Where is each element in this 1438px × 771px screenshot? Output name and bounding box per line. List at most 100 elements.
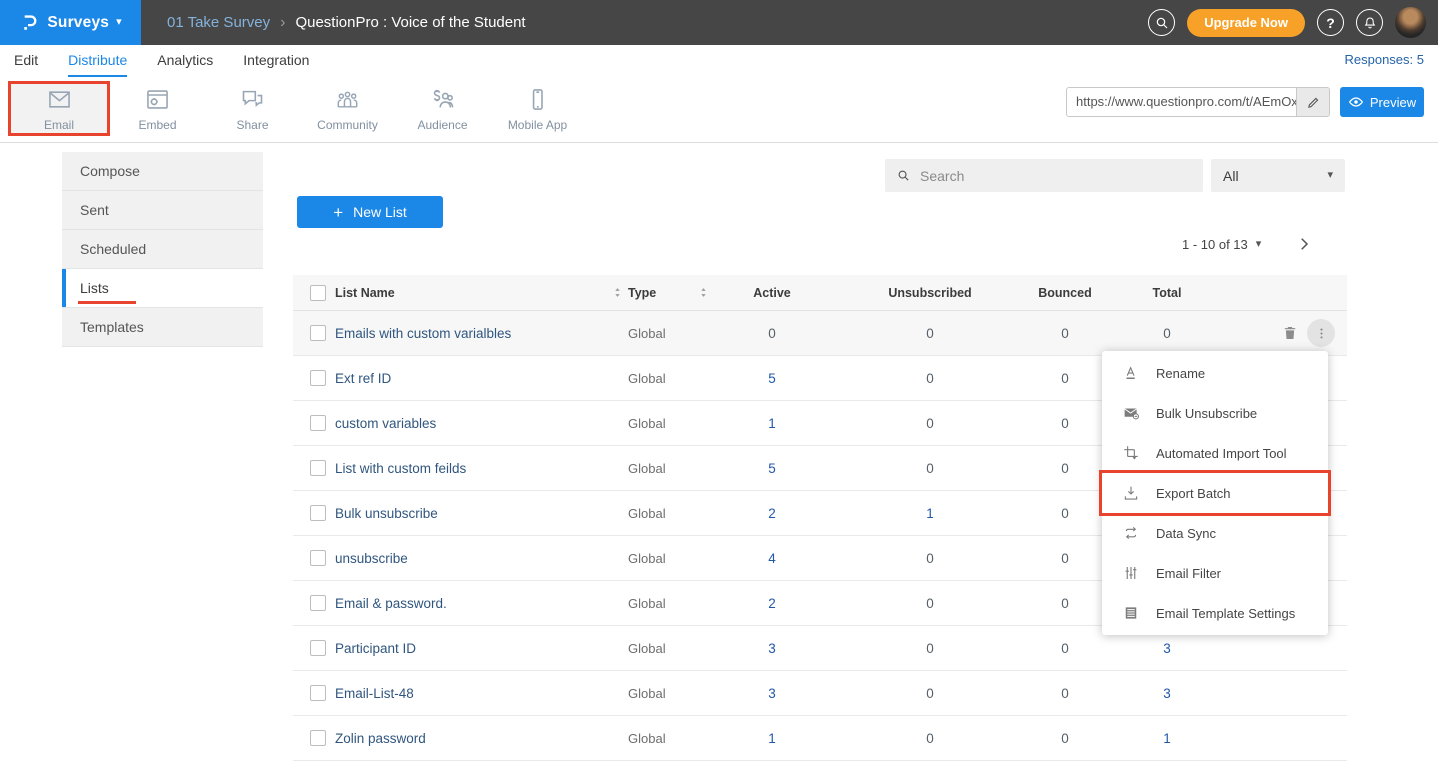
- channel-email[interactable]: Email: [8, 81, 110, 136]
- sidebar-item-compose[interactable]: Compose: [62, 152, 263, 191]
- product-switcher[interactable]: Surveys ▾: [0, 0, 141, 45]
- row-checkbox[interactable]: [310, 505, 326, 521]
- bounced-count: 0: [1033, 461, 1097, 476]
- menu-item-automated-import-tool[interactable]: Automated Import Tool: [1102, 433, 1328, 473]
- list-name-link[interactable]: unsubscribe: [335, 551, 628, 566]
- active-count[interactable]: 5: [717, 371, 827, 386]
- survey-url[interactable]: https://www.questionpro.com/t/AEmOx2: [1067, 88, 1296, 116]
- bounced-count: 0: [1033, 371, 1097, 386]
- menu-item-email-filter[interactable]: Email Filter: [1102, 553, 1328, 593]
- sidebar-item-templates[interactable]: Templates: [62, 308, 263, 347]
- list-name-link[interactable]: Emails with custom varialbles: [335, 326, 628, 341]
- breadcrumb: 01 Take Survey › QuestionPro : Voice of …: [167, 14, 526, 32]
- active-count[interactable]: 1: [717, 416, 827, 431]
- user-avatar[interactable]: [1395, 7, 1426, 38]
- tab-analytics[interactable]: Analytics: [157, 45, 213, 77]
- delete-list-button[interactable]: [1281, 324, 1299, 342]
- chevron-down-icon: ▾: [1327, 170, 1333, 181]
- unsubscribed-count: 0: [827, 551, 1033, 566]
- active-count[interactable]: 3: [717, 686, 827, 701]
- menu-item-email-template-settings[interactable]: Email Template Settings: [1102, 593, 1328, 633]
- help-button[interactable]: ?: [1317, 9, 1344, 36]
- list-name-link[interactable]: Email & password.: [335, 596, 628, 611]
- email-template-icon: [1122, 604, 1140, 622]
- sidebar-item-scheduled[interactable]: Scheduled: [62, 230, 263, 269]
- table-row: Emails with custom varialbles Global 0 0…: [293, 311, 1347, 356]
- row-checkbox[interactable]: [310, 370, 326, 386]
- sort-list-name-icon[interactable]: [611, 286, 624, 299]
- list-name-link[interactable]: List with custom feilds: [335, 461, 628, 476]
- channel-share[interactable]: Share: [205, 81, 300, 136]
- active-count[interactable]: 1: [717, 731, 827, 746]
- list-name-link[interactable]: Ext ref ID: [335, 371, 628, 386]
- list-name-link[interactable]: Zolin password: [335, 731, 628, 746]
- sort-type-icon[interactable]: [697, 286, 710, 299]
- menu-item-bulk-unsubscribe[interactable]: Bulk Unsubscribe: [1102, 393, 1328, 433]
- export-batch-icon: [1122, 484, 1140, 502]
- menu-item-export-batch[interactable]: Export Batch: [1102, 473, 1328, 513]
- active-count[interactable]: 2: [717, 506, 827, 521]
- rename-icon: [1122, 364, 1140, 382]
- search-icon: [896, 168, 911, 183]
- next-page-button[interactable]: [1295, 235, 1313, 253]
- pagination-dropdown-icon[interactable]: ▾: [1256, 239, 1262, 250]
- notifications-button[interactable]: [1356, 9, 1383, 36]
- header-search-button[interactable]: [1148, 9, 1175, 36]
- upgrade-now-button[interactable]: Upgrade Now: [1187, 9, 1305, 37]
- active-count: 0: [717, 326, 827, 341]
- tab-integration[interactable]: Integration: [243, 45, 309, 77]
- new-list-button[interactable]: + New List: [297, 196, 443, 228]
- row-checkbox[interactable]: [310, 550, 326, 566]
- filter-dropdown[interactable]: All ▾: [1211, 159, 1345, 192]
- total-count[interactable]: 1: [1097, 731, 1237, 746]
- unsubscribed-count: 0: [827, 686, 1033, 701]
- list-name-link[interactable]: Email-List-48: [335, 686, 628, 701]
- email-filter-icon: [1122, 564, 1140, 582]
- row-checkbox[interactable]: [310, 460, 326, 476]
- total-count[interactable]: 3: [1097, 641, 1237, 656]
- sidebar-item-sent[interactable]: Sent: [62, 191, 263, 230]
- active-count[interactable]: 5: [717, 461, 827, 476]
- channel-embed[interactable]: Embed: [110, 81, 205, 136]
- sidebar-item-lists[interactable]: Lists: [62, 269, 263, 308]
- edit-url-button[interactable]: [1296, 88, 1329, 116]
- automated-import-icon: [1122, 444, 1140, 462]
- row-checkbox[interactable]: [310, 415, 326, 431]
- active-count[interactable]: 4: [717, 551, 827, 566]
- list-name-link[interactable]: custom variables: [335, 416, 628, 431]
- unsubscribed-count[interactable]: 1: [827, 506, 1033, 521]
- search-icon: [1154, 15, 1170, 31]
- row-checkbox[interactable]: [310, 730, 326, 746]
- distribute-channels: Email Embed Share Community Audience Mob…: [8, 81, 585, 136]
- row-checkbox[interactable]: [310, 325, 326, 341]
- total-count[interactable]: 3: [1097, 686, 1237, 701]
- menu-item-rename[interactable]: Rename: [1102, 353, 1328, 393]
- menu-item-data-sync[interactable]: Data Sync: [1102, 513, 1328, 553]
- row-checkbox[interactable]: [310, 640, 326, 656]
- list-name-link[interactable]: Participant ID: [335, 641, 628, 656]
- row-checkbox[interactable]: [310, 595, 326, 611]
- bounced-count: 0: [1033, 551, 1097, 566]
- breadcrumb-survey-link[interactable]: 01 Take Survey: [167, 14, 270, 31]
- unsubscribed-count: 0: [827, 371, 1033, 386]
- row-actions: [1237, 319, 1347, 347]
- row-menu-button[interactable]: [1307, 319, 1335, 347]
- search-input[interactable]: [920, 168, 1192, 184]
- tab-distribute[interactable]: Distribute: [68, 45, 127, 77]
- eye-icon: [1348, 94, 1364, 110]
- active-count[interactable]: 2: [717, 596, 827, 611]
- tab-bar: Edit Distribute Analytics Integration: [0, 45, 1438, 77]
- kebab-icon: [1313, 325, 1330, 342]
- list-name-link[interactable]: Bulk unsubscribe: [335, 506, 628, 521]
- bounced-count: 0: [1033, 596, 1097, 611]
- select-all-checkbox[interactable]: [310, 285, 326, 301]
- unsubscribed-count: 0: [827, 641, 1033, 656]
- tab-edit[interactable]: Edit: [14, 45, 38, 77]
- preview-button[interactable]: Preview: [1340, 87, 1424, 117]
- channel-community[interactable]: Community: [300, 81, 395, 136]
- channel-audience[interactable]: Audience: [395, 81, 490, 136]
- unsubscribed-count: 0: [827, 416, 1033, 431]
- active-count[interactable]: 3: [717, 641, 827, 656]
- row-checkbox[interactable]: [310, 685, 326, 701]
- channel-mobile-app[interactable]: Mobile App: [490, 81, 585, 136]
